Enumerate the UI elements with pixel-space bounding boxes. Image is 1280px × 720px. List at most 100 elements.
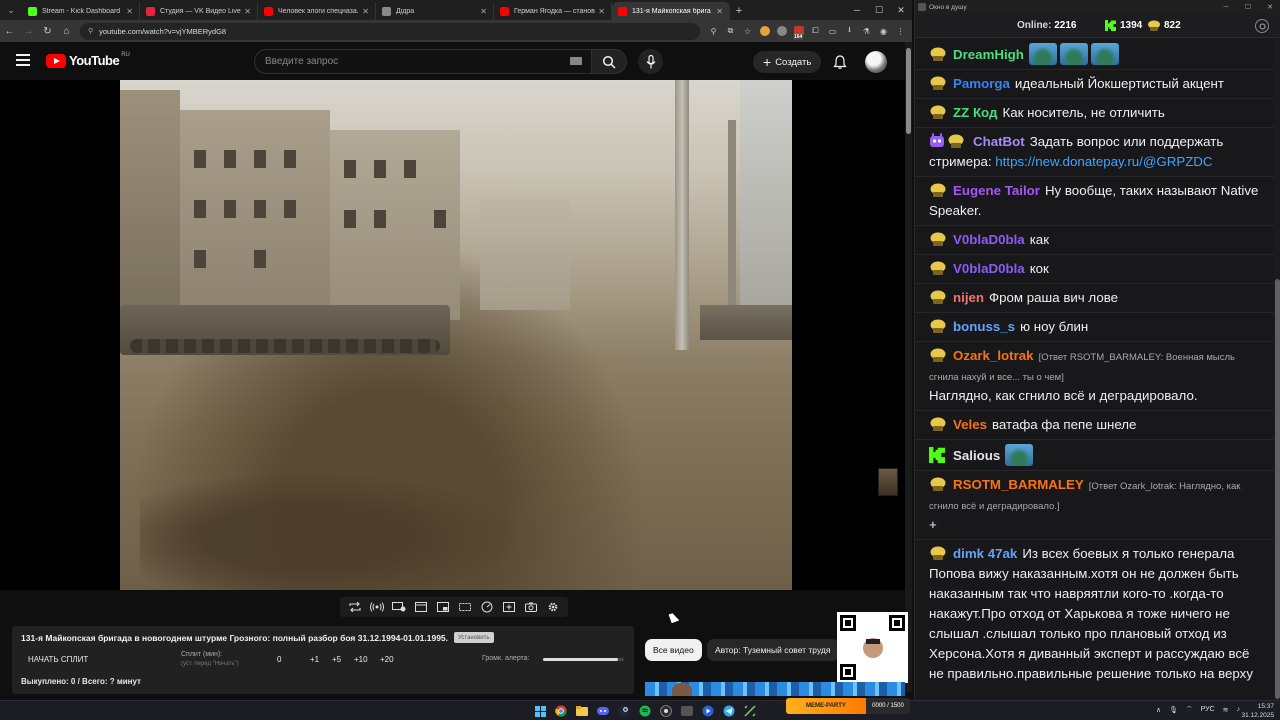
maximize-icon[interactable]: ☐: [868, 0, 890, 20]
close-icon[interactable]: ✕: [1259, 0, 1280, 14]
tab-close-icon[interactable]: ✕: [244, 7, 251, 16]
speed-icon[interactable]: [479, 600, 495, 614]
chrome-taskbar-icon[interactable]: [553, 703, 569, 719]
screen-settings-icon[interactable]: [391, 600, 407, 614]
chat-username[interactable]: RSOTM_BARMALEY: [953, 477, 1084, 492]
taskbar-clock[interactable]: 15:37 31.12.2025: [1241, 702, 1274, 720]
input-language[interactable]: РУС: [1201, 706, 1215, 713]
chip-all-videos[interactable]: Все видео: [645, 639, 702, 661]
chip-author[interactable]: Автор: Туземный совет трудя: [707, 639, 839, 661]
install-badge-button[interactable]: Установить: [454, 632, 494, 643]
bookmark-star-icon[interactable]: ☆: [740, 22, 755, 40]
picture-in-picture-icon[interactable]: [435, 600, 451, 614]
tray-network-icon[interactable]: ⌔: [1186, 705, 1193, 714]
chat-username[interactable]: nijen: [953, 290, 984, 305]
create-button[interactable]: + Создать: [753, 51, 822, 73]
broadcast-icon[interactable]: [369, 600, 385, 614]
chat-scrollbar[interactable]: [1274, 39, 1280, 699]
back-icon[interactable]: ←: [0, 20, 19, 42]
chat-options-icon[interactable]: [1255, 19, 1269, 33]
tab-close-icon[interactable]: ✕: [716, 7, 723, 16]
chat-username[interactable]: Pamorga: [953, 76, 1010, 91]
site-info-icon[interactable]: ⚲: [88, 27, 93, 35]
install-icon[interactable]: ⧉: [723, 22, 738, 40]
screenshot-icon[interactable]: [523, 600, 539, 614]
spotify-taskbar-icon[interactable]: [637, 703, 653, 719]
voice-search-button[interactable]: [638, 49, 663, 74]
extensions-puzzle-icon[interactable]: ⧠: [808, 22, 823, 40]
miniplayer-thumbnail[interactable]: [878, 468, 898, 496]
chat-username[interactable]: Salious: [953, 448, 1000, 463]
reload-icon[interactable]: ↻: [38, 20, 57, 42]
increment-5-button[interactable]: +5: [332, 655, 341, 664]
chat-username[interactable]: DreamHigh: [953, 47, 1024, 62]
browser-tab[interactable]: Человек элоги спецназа. Как✕: [258, 2, 376, 20]
add-clip-icon[interactable]: [501, 600, 517, 614]
tray-mic-icon[interactable]: 🎙: [1169, 706, 1178, 714]
sidebar-icon[interactable]: ▭: [825, 22, 840, 40]
start-split-button[interactable]: НАЧАТЬ СПЛИТ: [28, 655, 88, 664]
explorer-taskbar-icon[interactable]: [574, 703, 590, 719]
increment-10-button[interactable]: +10: [354, 655, 368, 664]
home-icon[interactable]: ⌂: [57, 20, 76, 42]
minimize-icon[interactable]: ─: [1215, 0, 1237, 14]
search-input[interactable]: Введите запрос: [254, 49, 592, 74]
settings-gear-icon[interactable]: [545, 600, 561, 614]
obs-taskbar-icon[interactable]: [658, 703, 674, 719]
chat-username[interactable]: bonuss_s: [953, 319, 1015, 334]
download-icon[interactable]: ⭳: [842, 22, 857, 40]
game-taskbar-icon[interactable]: [742, 703, 758, 719]
minimize-icon[interactable]: ─: [846, 0, 868, 20]
chat-link[interactable]: https://new.donatepay.ru/@GRPZDC: [995, 154, 1212, 169]
forward-icon[interactable]: →: [19, 20, 38, 42]
browser-tab[interactable]: Герман Ягодка — становлен✕: [494, 2, 612, 20]
split-value-input[interactable]: 0: [277, 655, 281, 664]
browser-tab[interactable]: Stream - Kick Dashboard ✕: [22, 2, 140, 20]
chat-username[interactable]: V0blaD0bla: [953, 261, 1025, 276]
meme-party-widget[interactable]: MEME-PARTY 0000 / 1500: [786, 698, 910, 714]
new-tab-button[interactable]: +: [730, 2, 748, 20]
chat-username[interactable]: V0blaD0bla: [953, 232, 1025, 247]
browser-tab[interactable]: 131-я Майкопская брига ✕: [612, 2, 730, 20]
start-menu-icon[interactable]: [532, 703, 548, 719]
browser-tab[interactable]: Дiдра ✕: [376, 2, 494, 20]
app-taskbar-icon[interactable]: [679, 703, 695, 719]
profile-icon[interactable]: ◉: [876, 22, 891, 40]
chat-username[interactable]: Veles: [953, 417, 987, 432]
loop-icon[interactable]: [347, 600, 363, 614]
tray-chevron-icon[interactable]: ∧: [1156, 706, 1161, 714]
tray-wifi-icon[interactable]: ≋: [1223, 706, 1229, 714]
url-field[interactable]: ⚲ youtube.com/watch?v=vjYMBERydG8: [80, 22, 700, 40]
keyboard-icon[interactable]: [570, 57, 582, 65]
search-button[interactable]: [591, 49, 627, 74]
extension-grey-icon[interactable]: [774, 22, 789, 40]
tab-close-icon[interactable]: ✕: [126, 7, 133, 16]
increment-20-button[interactable]: +20: [380, 655, 394, 664]
youtube-logo[interactable]: YouTube RU: [46, 52, 130, 68]
extension-red-icon[interactable]: 164: [791, 22, 806, 40]
video-player[interactable]: [0, 80, 905, 590]
theater-mode-icon[interactable]: [457, 600, 473, 614]
chat-username[interactable]: Ozark_lotrak: [953, 348, 1034, 363]
chrome-labs-icon[interactable]: ⚗: [859, 22, 874, 40]
maximize-icon[interactable]: ☐: [1237, 0, 1259, 14]
notifications-bell-icon[interactable]: [831, 53, 849, 71]
alert-volume-slider[interactable]: [543, 658, 624, 661]
chat-username[interactable]: dimk 47ak: [953, 546, 1017, 561]
steam-taskbar-icon[interactable]: [616, 703, 632, 719]
chat-username[interactable]: ChatBot: [973, 134, 1025, 149]
account-avatar[interactable]: [865, 51, 887, 73]
page-scrollbar[interactable]: [905, 42, 912, 692]
zoom-icon[interactable]: ⚲: [706, 22, 721, 40]
chat-username[interactable]: ZZ Код: [953, 105, 997, 120]
discord-taskbar-icon[interactable]: [595, 703, 611, 719]
tray-volume-icon[interactable]: ♪: [1237, 706, 1241, 713]
telegram-taskbar-icon[interactable]: [721, 703, 737, 719]
extension-orange-icon[interactable]: [757, 22, 772, 40]
menu-icon[interactable]: [16, 54, 30, 66]
tab-close-icon[interactable]: ✕: [480, 7, 487, 16]
chat-message-list[interactable]: DreamHigh Pamorga идеальный Йокшертистый а…: [915, 39, 1274, 687]
chat-username[interactable]: Eugene Tailor: [953, 183, 1040, 198]
increment-1-button[interactable]: +1: [310, 655, 319, 664]
close-icon[interactable]: ✕: [890, 0, 912, 20]
